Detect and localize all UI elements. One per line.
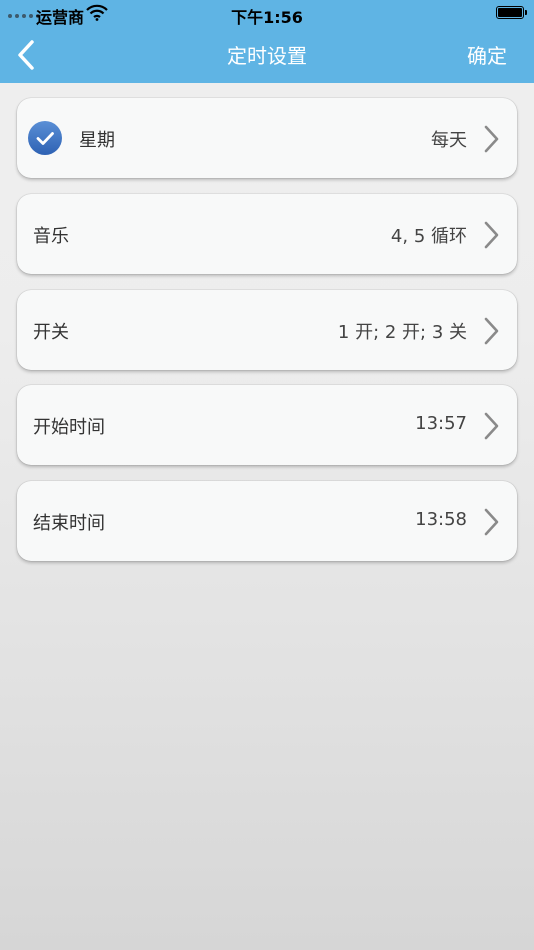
battery-icon xyxy=(496,6,527,19)
confirm-button[interactable]: 确定 xyxy=(467,40,507,69)
page-title: 定时设置 xyxy=(227,44,307,68)
row-label: 开关 xyxy=(33,322,69,343)
chevron-right-icon xyxy=(484,125,499,153)
navigation-header: 运营商 下午1:56 定时设置 确定 xyxy=(0,0,534,83)
chevron-right-icon xyxy=(484,221,499,249)
row-value: 13:58 xyxy=(415,509,467,530)
row-value: 1 开; 2 开; 3 关 xyxy=(337,322,467,343)
row-label: 开始时间 xyxy=(33,417,105,438)
row-value: 4, 5 循环 xyxy=(390,226,467,247)
row-end-time[interactable]: 结束时间 13:58 xyxy=(17,481,517,561)
checkbox-checked[interactable] xyxy=(28,121,62,155)
chevron-right-icon xyxy=(484,508,499,536)
row-start-time[interactable]: 开始时间 13:57 xyxy=(17,385,517,465)
row-label: 星期 xyxy=(79,130,115,151)
chevron-right-icon xyxy=(484,412,499,440)
row-value: 每天 xyxy=(431,130,467,151)
status-time: 下午1:56 xyxy=(231,8,303,27)
row-label: 音乐 xyxy=(33,226,69,247)
checkmark-icon xyxy=(36,132,54,145)
row-music[interactable]: 音乐 4, 5 循环 xyxy=(17,194,517,274)
chevron-right-icon xyxy=(484,317,499,345)
row-value: 13:57 xyxy=(415,413,467,434)
row-switch[interactable]: 开关 1 开; 2 开; 3 关 xyxy=(17,290,517,370)
row-label: 结束时间 xyxy=(33,513,105,534)
status-bar: 运营商 下午1:56 xyxy=(0,0,534,27)
row-weekday[interactable]: 星期 每天 xyxy=(17,98,517,178)
